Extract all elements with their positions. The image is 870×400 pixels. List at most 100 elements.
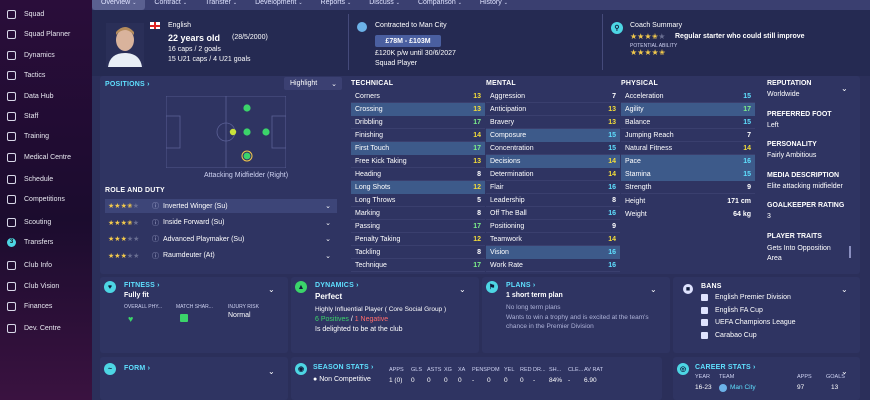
vision-icon — [7, 281, 16, 291]
sidebar-item-medical-centre[interactable]: Medical Centre — [0, 150, 92, 164]
scrollbar[interactable] — [849, 246, 851, 258]
attribute-row[interactable]: Stamina 15 — [621, 168, 755, 181]
dynamics-icon: ▲ — [295, 281, 307, 293]
attribute-name: Crossing — [355, 106, 383, 113]
attribute-row[interactable]: Pace 16 — [621, 155, 755, 168]
career-stats-title[interactable]: CAREER STATS › — [695, 364, 756, 371]
tab-transfer[interactable]: Transfer ⌄ — [196, 0, 246, 10]
plans-title[interactable]: PLANS › — [506, 282, 535, 289]
search-icon: ⚲ — [611, 22, 623, 34]
overall-physical-label: OVERALL PHY... — [124, 304, 163, 310]
sidebar-item-dynamics[interactable]: Dynamics — [0, 48, 92, 62]
value-badge[interactable]: £78M - £103M — [375, 35, 441, 47]
chevron-down-icon[interactable]: ⌄ — [650, 285, 657, 294]
attribute-row[interactable]: Agility 17 — [621, 103, 755, 116]
attribute-row[interactable]: Balance 15 — [621, 116, 755, 129]
sidebar-item-schedule[interactable]: Schedule — [0, 172, 92, 186]
dynamics-title[interactable]: DYNAMICS › — [315, 282, 359, 289]
sidebar-item-dev-centre[interactable]: Dev. Centre — [0, 321, 92, 335]
attribute-row[interactable]: Marking 8 — [351, 207, 485, 220]
attribute-row[interactable]: Natural Fitness 14 — [621, 142, 755, 155]
sidebar-item-squad-planner[interactable]: Squad Planner — [0, 27, 92, 41]
attribute-row[interactable]: Aggression 7 — [486, 90, 620, 103]
positions-title[interactable]: POSITIONS › — [105, 81, 150, 88]
attribute-row[interactable]: Jumping Reach 7 — [621, 129, 755, 142]
tab-contract[interactable]: Contract ⌄ — [145, 0, 196, 10]
attribute-row[interactable]: Concentration 15 — [486, 142, 620, 155]
attribute-row[interactable]: Crossing 13 — [351, 103, 485, 116]
tab-development[interactable]: Development ⌄ — [246, 0, 311, 10]
attribute-row[interactable]: Technique 17 — [351, 259, 485, 272]
attribute-name: Positioning — [490, 222, 525, 230]
dev-centre-icon — [7, 323, 16, 333]
role-row[interactable]: ★★★★★ ⓘ Raumdeuter (At) ⌄ — [105, 249, 337, 263]
attribute-row[interactable]: Bravery 13 — [486, 116, 620, 129]
sharpness-icon — [180, 314, 188, 322]
form-title[interactable]: FORM › — [124, 365, 150, 372]
sidebar-item-label: Data Hub — [24, 92, 54, 100]
attribute-row[interactable]: Passing 17 — [351, 220, 485, 233]
season-stat-header: YEL — [504, 367, 515, 373]
attribute-row[interactable]: Leadership 8 — [486, 194, 620, 207]
attribute-row[interactable]: Decisions 14 — [486, 155, 620, 168]
sidebar-item-club-info[interactable]: Club Info — [0, 258, 92, 272]
highlight-dropdown[interactable]: Highlight ⌄ — [284, 77, 342, 90]
chevron-down-icon[interactable]: ⌄ — [268, 285, 275, 294]
attribute-row[interactable]: Off The Ball 16 — [486, 207, 620, 220]
sidebar-item-competitions[interactable]: Competitions — [0, 192, 92, 206]
role-row[interactable]: ★★★✬★ ⓘ Inverted Winger (Su) ⌄ — [105, 199, 337, 213]
traits-label: PLAYER TRAITS — [767, 233, 822, 240]
attribute-row[interactable]: Dribbling 17 — [351, 116, 485, 129]
sidebar-item-data-hub[interactable]: Data Hub — [0, 89, 92, 103]
tab-discuss[interactable]: Discuss ⌄ — [360, 0, 409, 10]
attribute-row[interactable]: Penalty Taking 12 — [351, 233, 485, 246]
sidebar-item-club-vision[interactable]: Club Vision — [0, 279, 92, 293]
attribute-row[interactable]: Work Rate 16 — [486, 259, 620, 272]
attribute-row[interactable]: First Touch 17 — [351, 142, 485, 155]
attribute-row[interactable]: Positioning 9 — [486, 220, 620, 233]
career-year-header: YEAR — [695, 374, 710, 380]
influence: Highly Influential Player ( Core Social … — [315, 306, 447, 313]
role-row[interactable]: ★★★✬★ ⓘ Inside Forward (Su) ⌄ — [105, 216, 337, 230]
attribute-row[interactable]: Vision 16 — [486, 246, 620, 259]
sidebar-item-finances[interactable]: Finances — [0, 299, 92, 313]
chevron-down-icon[interactable]: ⌄ — [841, 285, 848, 294]
tab-overview[interactable]: Overview ⌄ — [92, 0, 146, 10]
attribute-row[interactable]: Free Kick Taking 13 — [351, 155, 485, 168]
chevron-down-icon[interactable]: ⌄ — [841, 84, 848, 93]
tab-reports[interactable]: Reports ⌄ — [312, 0, 361, 10]
career-year: 16-23 — [695, 384, 712, 391]
attribute-row[interactable]: Teamwork 14 — [486, 233, 620, 246]
fitness-title[interactable]: FITNESS › — [124, 282, 160, 289]
sidebar-item-label: Tactics — [24, 71, 46, 79]
attribute-row[interactable]: Finishing 14 — [351, 129, 485, 142]
season-stats-title[interactable]: SEASON STATS › — [313, 364, 374, 371]
sidebar-item-training[interactable]: Training — [0, 129, 92, 143]
attribute-row[interactable]: Tackling 8 — [351, 246, 485, 259]
attribute-row[interactable]: Corners 13 — [351, 90, 485, 103]
attribute-row[interactable]: Long Shots 12 — [351, 181, 485, 194]
chevron-down-icon[interactable]: ⌄ — [459, 285, 466, 294]
chevron-down-icon[interactable]: ⌄ — [268, 367, 275, 376]
sidebar-item-transfers[interactable]: 3 Transfers — [0, 235, 92, 249]
sidebar-item-squad[interactable]: Squad — [0, 7, 92, 21]
attribute-row[interactable]: Determination 14 — [486, 168, 620, 181]
attribute-row[interactable]: Flair 16 — [486, 181, 620, 194]
season-stat-header: SH... — [549, 367, 562, 373]
attribute-value: 15 — [743, 118, 751, 126]
attribute-row[interactable]: Long Throws 5 — [351, 194, 485, 207]
attribute-row[interactable]: Acceleration 15 — [621, 90, 755, 103]
attribute-row[interactable]: Heading 8 — [351, 168, 485, 181]
sidebar-item-scouting[interactable]: Scouting — [0, 215, 92, 229]
attribute-row[interactable]: Strength 9 — [621, 181, 755, 194]
star-icon: ★ — [651, 48, 659, 57]
attribute-row[interactable]: Anticipation 13 — [486, 103, 620, 116]
sidebar-item-staff[interactable]: Staff — [0, 109, 92, 123]
sidebar-item-tactics[interactable]: Tactics — [0, 68, 92, 82]
role-row[interactable]: ★★★★★ ⓘ Advanced Playmaker (Su) ⌄ — [105, 232, 337, 246]
chevron-down-icon: ⌄ — [331, 80, 337, 88]
tab-comparison[interactable]: Comparison ⌄ — [409, 0, 471, 10]
attribute-row[interactable]: Composure 15 — [486, 129, 620, 142]
career-team-link[interactable]: Man City — [730, 384, 756, 391]
tab-history[interactable]: History ⌄ — [471, 0, 517, 10]
